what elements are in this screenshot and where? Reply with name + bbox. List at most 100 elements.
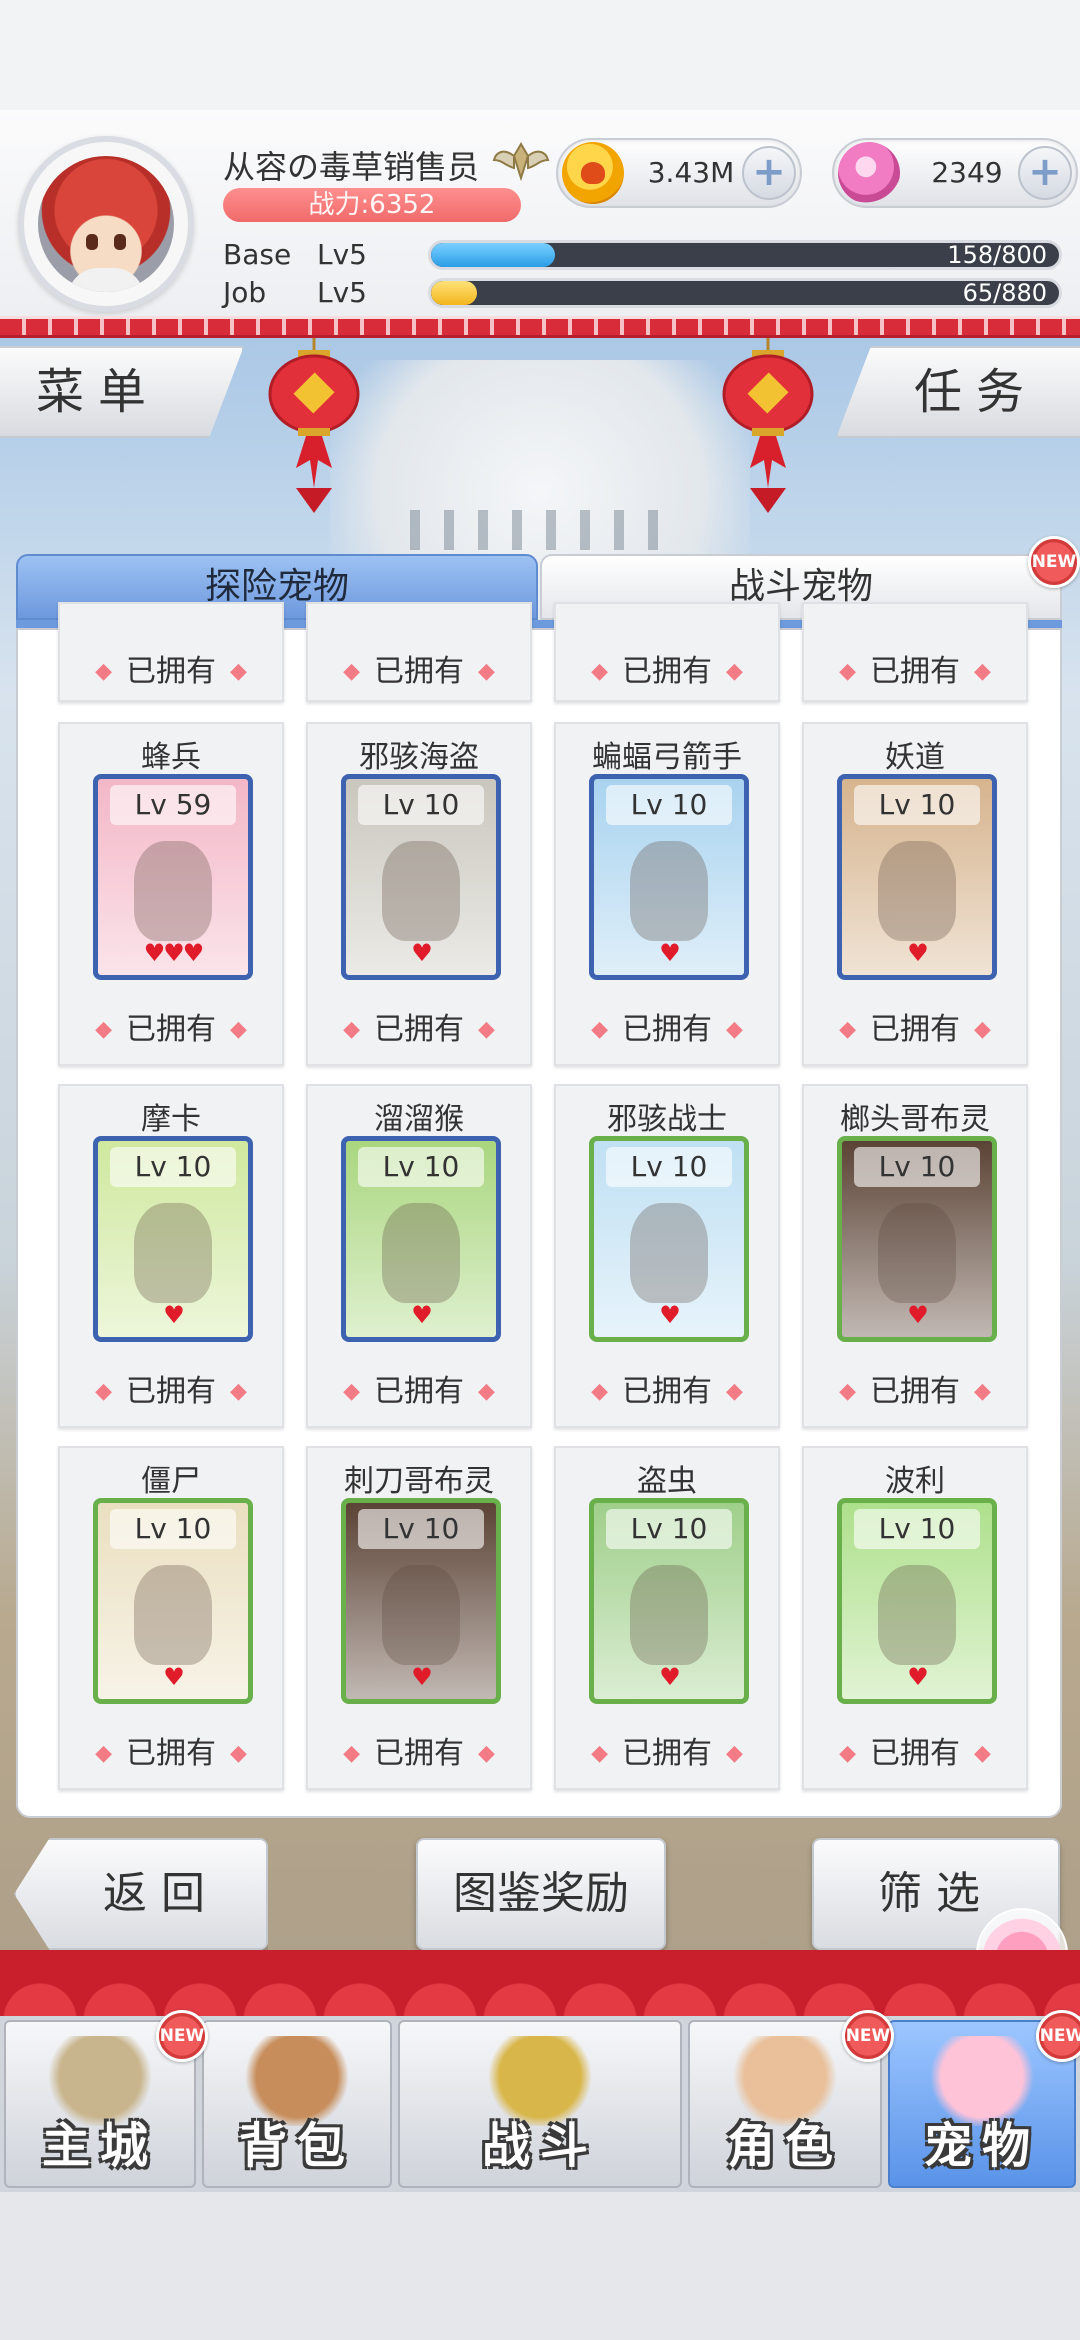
player-header: 从容の毒草销售员 战力:6352 3.43M + 2349 + Base Lv5 … — [0, 110, 1080, 330]
nav-label: 宠物 — [923, 2118, 1040, 2174]
task-button[interactable]: 任务 — [836, 346, 1080, 438]
pet-level: Lv 10 — [606, 1147, 732, 1187]
pet-name: 蜂兵 — [141, 740, 201, 775]
pet-name: 邪骇战士 — [607, 1102, 727, 1137]
diamond-icon: ◆ — [726, 1017, 743, 1042]
owned-label: ◆ 已拥有 ◆ — [556, 1004, 778, 1048]
heart-icon: ♥ — [659, 939, 681, 967]
owned-label: ◆ 已拥有 ◆ — [804, 646, 1026, 690]
owned-text: 已拥有 — [126, 1012, 216, 1047]
pet-card[interactable]: 榔头哥布灵 Lv 10 ♥ ◆ 已拥有 ◆ — [802, 1084, 1028, 1428]
pet-portrait: Lv 10 ♥ — [589, 774, 749, 980]
diamond-icon: ◆ — [478, 1379, 495, 1404]
pet-portrait: Lv 10 ♥ — [341, 1498, 501, 1704]
owned-label: ◆ 已拥有 ◆ — [60, 1728, 282, 1772]
owned-text: 已拥有 — [622, 1736, 712, 1771]
diamond-icon: ◆ — [95, 1017, 112, 1042]
pet-card[interactable]: 蝙蝠弓箭手 Lv 10 ♥ ◆ 已拥有 ◆ — [554, 722, 780, 1066]
pet-card[interactable]: 蜂兵 Lv 59 ♥♥♥ ◆ 已拥有 ◆ — [58, 722, 284, 1066]
diamond-icon: ◆ — [478, 659, 495, 684]
collection-reward-button[interactable]: 图鉴奖励 — [416, 1838, 666, 1950]
nav-item-1[interactable]: 背包 — [202, 2020, 392, 2188]
pet-card[interactable]: 妖道 Lv 10 ♥ ◆ 已拥有 ◆ — [802, 722, 1028, 1066]
owned-label: ◆ 已拥有 ◆ — [556, 1728, 778, 1772]
job-level-row: Job Lv5 — [223, 276, 367, 309]
pet-name: 刺刀哥布灵 — [344, 1464, 494, 1499]
pet-card[interactable]: 僵尸 Lv 10 ♥ ◆ 已拥有 ◆ — [58, 1446, 284, 1790]
avatar[interactable] — [18, 136, 194, 312]
base-label: Base — [223, 238, 292, 271]
nav-label: 主城 — [41, 2118, 158, 2174]
pet-card[interactable]: 邪骇海盗 Lv 10 ♥ ◆ 已拥有 ◆ — [306, 722, 532, 1066]
diamond-icon: ◆ — [839, 1017, 856, 1042]
pet-card[interactable]: 邪骇战士 Lv 10 ♥ ◆ 已拥有 ◆ — [554, 1084, 780, 1428]
pet-portrait: Lv 10 ♥ — [837, 1136, 997, 1342]
tower-windows — [410, 510, 670, 550]
owned-text: 已拥有 — [870, 1736, 960, 1771]
diamond-icon: ◆ — [974, 659, 991, 684]
owned-label: ◆ 已拥有 ◆ — [60, 646, 282, 690]
heart-icon: ♥ — [163, 1301, 185, 1329]
player-name: 从容の毒草销售员 — [223, 148, 480, 186]
diamond-icon: ◆ — [343, 1379, 360, 1404]
pet-portrait: Lv 10 ♥ — [93, 1498, 253, 1704]
heart-icon: ♥ — [163, 1663, 185, 1691]
owned-text: 已拥有 — [622, 1012, 712, 1047]
pet-name: 妖道 — [885, 740, 945, 775]
pet-name: 蝙蝠弓箭手 — [592, 740, 742, 775]
diamond-icon: ◆ — [230, 1017, 247, 1042]
pet-card[interactable]: 刺刀哥布灵 Lv 10 ♥ ◆ 已拥有 ◆ — [306, 1446, 532, 1790]
diamond-icon: ◆ — [343, 1741, 360, 1766]
rank-wings-icon — [492, 142, 550, 182]
pet-figure — [630, 1565, 708, 1665]
pet-figure — [630, 841, 708, 941]
avatar-collar — [68, 268, 144, 292]
owned-text: 已拥有 — [870, 1012, 960, 1047]
heart-icon: ♥ — [411, 1663, 433, 1691]
add-gold-button[interactable]: + — [742, 146, 796, 200]
pet-name: 波利 — [885, 1464, 945, 1499]
menu-button[interactable]: 菜单 — [0, 346, 244, 438]
owned-label: ◆ 已拥有 ◆ — [60, 1366, 282, 1410]
diamond-icon: ◆ — [95, 659, 112, 684]
diamond-icon: ◆ — [343, 659, 360, 684]
owned-text: 已拥有 — [374, 1736, 464, 1771]
pet-name: 榔头哥布灵 — [840, 1102, 990, 1137]
diamond-icon: ◆ — [726, 1379, 743, 1404]
diamond-icon: ◆ — [839, 659, 856, 684]
owned-text: 已拥有 — [870, 654, 960, 689]
festive-cloud-strip — [0, 1950, 1080, 2020]
pet-name: 溜溜猴 — [374, 1102, 464, 1137]
nav-label: 战斗 — [481, 2118, 598, 2174]
job-label: Job — [223, 276, 267, 309]
nav-label: 角色 — [726, 2118, 843, 2174]
pet-card-partial[interactable]: ◆ 已拥有 ◆ — [306, 602, 532, 702]
pet-figure — [878, 841, 956, 941]
pet-card[interactable]: 摩卡 Lv 10 ♥ ◆ 已拥有 ◆ — [58, 1084, 284, 1428]
add-gem-button[interactable]: + — [1018, 146, 1072, 200]
diamond-icon: ◆ — [230, 1379, 247, 1404]
pet-level: Lv 10 — [854, 1509, 980, 1549]
nav-item-2[interactable]: 战斗 — [398, 2020, 682, 2188]
pet-level: Lv 10 — [358, 785, 484, 825]
pet-card-partial[interactable]: ◆ 已拥有 ◆ — [802, 602, 1028, 702]
owned-label: ◆ 已拥有 ◆ — [308, 646, 530, 690]
owned-label: ◆ 已拥有 ◆ — [804, 1728, 1026, 1772]
pet-level: Lv 10 — [110, 1509, 236, 1549]
diamond-icon: ◆ — [591, 1741, 608, 1766]
festive-border — [0, 316, 1080, 338]
owned-text: 已拥有 — [126, 1736, 216, 1771]
pet-card[interactable]: 溜溜猴 Lv 10 ♥ ◆ 已拥有 ◆ — [306, 1084, 532, 1428]
heart-icon: ♥ — [659, 1663, 681, 1691]
pet-card[interactable]: 盗虫 Lv 10 ♥ ◆ 已拥有 ◆ — [554, 1446, 780, 1790]
pet-card-partial[interactable]: ◆ 已拥有 ◆ — [58, 602, 284, 702]
avatar-eye — [114, 234, 126, 250]
pet-card[interactable]: 波利 Lv 10 ♥ ◆ 已拥有 ◆ — [802, 1446, 1028, 1790]
owned-label: ◆ 已拥有 ◆ — [804, 1004, 1026, 1048]
back-button[interactable]: 返回 — [14, 1838, 268, 1950]
pet-card-partial[interactable]: ◆ 已拥有 ◆ — [554, 602, 780, 702]
heart-icon: ♥ — [659, 1301, 681, 1329]
nav-new-badge: NEW — [1036, 2010, 1080, 2062]
lantern-icon — [268, 338, 360, 513]
heart-icon: ♥ — [411, 939, 433, 967]
